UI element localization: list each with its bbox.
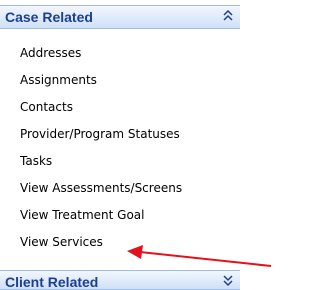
annotation-arrow-icon [127, 245, 272, 267]
